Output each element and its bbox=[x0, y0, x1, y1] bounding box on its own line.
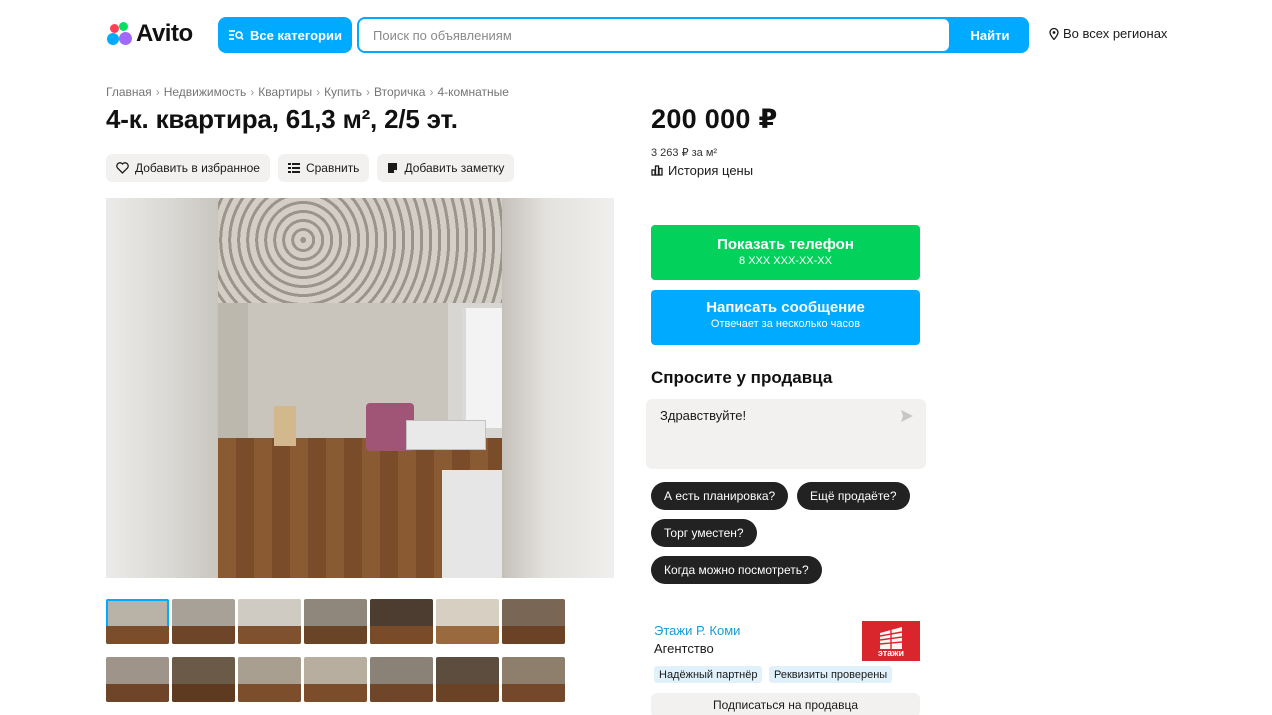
breadcrumb-separator-icon: › bbox=[316, 85, 321, 99]
seller-logo[interactable]: этажи bbox=[862, 621, 920, 661]
thumbnail[interactable] bbox=[172, 599, 235, 644]
price-history-label: История цены bbox=[668, 163, 754, 178]
all-categories-button[interactable]: Все категории bbox=[218, 17, 352, 53]
region-label: Во всех регионах bbox=[1063, 26, 1168, 41]
breadcrumb-item-secondary[interactable]: Вторичка bbox=[374, 85, 425, 99]
ask-message-text[interactable]: Здравствуйте! bbox=[660, 408, 746, 423]
subscribe-seller-button[interactable]: Подписаться на продавца bbox=[651, 693, 920, 715]
show-phone-button[interactable]: Показать телефон 8 XXX XXX-XX-XX bbox=[651, 225, 920, 280]
breadcrumb-separator-icon: › bbox=[429, 85, 434, 99]
thumbnail[interactable] bbox=[172, 657, 235, 702]
logo-dots-icon bbox=[106, 21, 132, 47]
breadcrumb-item-realty[interactable]: Недвижимость bbox=[164, 85, 247, 99]
badge-reliable-partner: Надёжный партнёр bbox=[654, 666, 763, 683]
categories-search-icon bbox=[229, 30, 244, 40]
search-bar: Найти bbox=[357, 17, 1029, 53]
room-image bbox=[218, 198, 502, 578]
chip-still-selling[interactable]: Ещё продаёте? bbox=[797, 482, 910, 510]
add-note-label: Добавить заметку bbox=[404, 161, 505, 175]
price-per-m2: 3 263 ₽ за м² bbox=[651, 147, 718, 159]
badge-verified-details: Реквизиты проверены bbox=[769, 666, 893, 683]
compare-icon bbox=[287, 163, 300, 173]
thumbnail[interactable] bbox=[106, 657, 169, 702]
breadcrumb-separator-icon: › bbox=[155, 85, 160, 99]
thumbnail[interactable] bbox=[436, 599, 499, 644]
location-pin-icon bbox=[1049, 27, 1059, 40]
breadcrumb-separator-icon: › bbox=[250, 85, 255, 99]
thumbnail[interactable] bbox=[238, 657, 301, 702]
chip-bargain[interactable]: Торг уместен? bbox=[651, 519, 757, 547]
photo-blur-right bbox=[502, 198, 614, 578]
thumbnail[interactable] bbox=[106, 599, 169, 644]
add-note-button[interactable]: Добавить заметку bbox=[377, 154, 515, 182]
listing-page: Avito Все категории Найти Во всех регион… bbox=[0, 0, 1272, 715]
chip-when-view[interactable]: Когда можно посмотреть? bbox=[651, 556, 822, 584]
price: 200 000 ₽ bbox=[651, 104, 778, 134]
breadcrumb-item-apartments[interactable]: Квартиры bbox=[258, 85, 312, 99]
write-message-label: Написать сообщение bbox=[706, 299, 865, 316]
compare-label: Сравнить bbox=[305, 161, 360, 175]
thumbnail[interactable] bbox=[304, 657, 367, 702]
seller-type: Агентство bbox=[654, 641, 714, 656]
response-time: Отвечает за несколько часов bbox=[710, 318, 861, 330]
heart-icon bbox=[116, 162, 129, 174]
chart-icon bbox=[651, 165, 663, 176]
search-input[interactable] bbox=[359, 19, 949, 51]
breadcrumb-item-buy[interactable]: Купить bbox=[324, 85, 362, 99]
write-message-button[interactable]: Написать сообщение Отвечает за несколько… bbox=[651, 290, 920, 345]
listing-actions: Добавить в избранное Сравнить Добавить з… bbox=[106, 154, 515, 182]
add-to-favorites-button[interactable]: Добавить в избранное bbox=[106, 154, 270, 182]
show-phone-label: Показать телефон bbox=[717, 236, 854, 253]
search-button[interactable]: Найти bbox=[951, 17, 1029, 53]
note-icon bbox=[388, 163, 398, 173]
compare-button[interactable]: Сравнить bbox=[277, 154, 370, 182]
thumbnail[interactable] bbox=[502, 657, 565, 702]
main-photo[interactable] bbox=[106, 198, 614, 578]
all-categories-label: Все категории bbox=[250, 27, 342, 43]
seller-name-link[interactable]: Этажи Р. Коми bbox=[654, 623, 740, 638]
thumbnail[interactable] bbox=[370, 657, 433, 702]
region-selector[interactable]: Во всех регионах bbox=[1049, 26, 1167, 41]
chip-layout[interactable]: А есть планировка? bbox=[651, 482, 789, 510]
seller-logo-text: этажи bbox=[877, 648, 905, 658]
breadcrumb: Главная › Недвижимость › Квартиры › Купи… bbox=[106, 85, 509, 99]
avito-logo[interactable]: Avito bbox=[106, 20, 193, 48]
price-history-link[interactable]: История цены bbox=[651, 163, 753, 178]
building-logo-icon bbox=[879, 627, 903, 649]
send-icon[interactable] bbox=[900, 409, 914, 423]
add-to-favorites-label: Добавить в избранное bbox=[135, 161, 260, 175]
breadcrumb-separator-icon: › bbox=[366, 85, 371, 99]
thumbnail[interactable] bbox=[304, 599, 367, 644]
ask-seller-title: Спросите у продавца bbox=[651, 368, 833, 387]
breadcrumb-item-home[interactable]: Главная bbox=[106, 85, 152, 99]
thumbnail[interactable] bbox=[370, 599, 433, 644]
thumbnail-gallery bbox=[106, 599, 565, 702]
breadcrumb-item-4-rooms[interactable]: 4-комнатные bbox=[437, 85, 508, 99]
photo-blur-left bbox=[106, 198, 218, 578]
ask-message-field[interactable]: Здравствуйте! bbox=[646, 399, 926, 469]
logo-text: Avito bbox=[136, 20, 193, 47]
thumbnail[interactable] bbox=[238, 599, 301, 644]
thumbnail[interactable] bbox=[502, 599, 565, 644]
listing-title: 4-к. квартира, 61,3 м², 2/5 эт. bbox=[106, 104, 458, 134]
phone-masked: 8 XXX XXX-XX-XX bbox=[739, 255, 832, 267]
thumbnail[interactable] bbox=[436, 657, 499, 702]
